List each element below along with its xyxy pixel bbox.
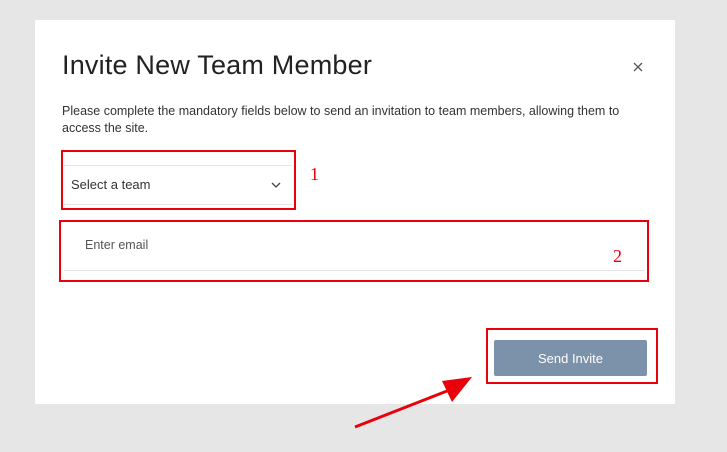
annotation-box-team-select: [61, 150, 296, 210]
close-icon[interactable]: [631, 60, 645, 74]
annotation-box-email: [59, 220, 649, 282]
annotation-box-send-button: [486, 328, 658, 384]
dialog-description: Please complete the mandatory fields bel…: [62, 104, 620, 135]
dialog-title: Invite New Team Member: [62, 50, 373, 80]
annotation-label-2: 2: [613, 246, 622, 266]
annotation-label-1: 1: [310, 164, 319, 184]
